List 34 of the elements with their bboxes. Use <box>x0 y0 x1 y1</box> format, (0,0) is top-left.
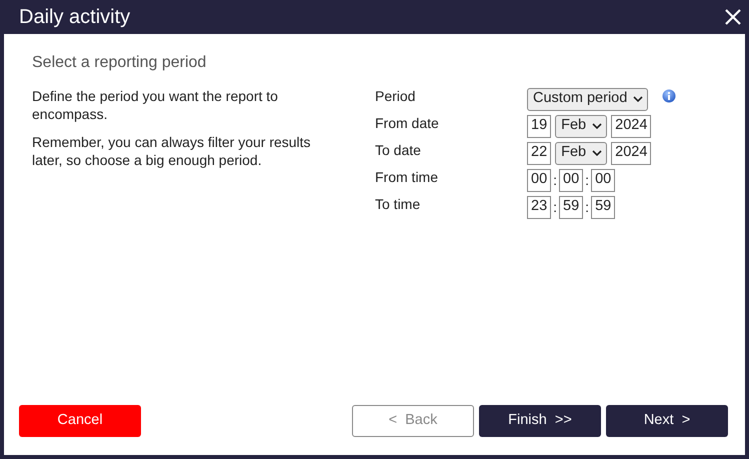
cancel-button[interactable]: Cancel <box>19 405 141 437</box>
primary-button[interactable]: Finish >> <box>479 405 601 437</box>
hour-field[interactable]: 23 <box>527 196 552 218</box>
time-separator: : <box>553 170 558 190</box>
caret-icon <box>633 96 644 102</box>
month-dropdown[interactable]: Feb <box>555 114 608 138</box>
window-title: Daily activity <box>19 5 130 30</box>
close-icon[interactable] <box>725 9 741 25</box>
info-icon[interactable] <box>662 89 676 103</box>
year-field[interactable]: 2024 <box>611 114 652 138</box>
minute-field[interactable]: 59 <box>559 196 584 218</box>
field-label: To time <box>375 194 422 214</box>
time-separator: : <box>585 170 590 190</box>
year-field[interactable]: 2024 <box>611 142 652 164</box>
second-field[interactable]: 59 <box>591 196 616 218</box>
description-text: Define the period you want the report to encompass. <box>32 87 279 123</box>
field-label: From date <box>375 114 440 132</box>
time-separator: : <box>553 198 558 216</box>
month-dropdown[interactable]: Feb <box>555 142 608 164</box>
primary-button[interactable]: Next > <box>606 405 728 437</box>
time-separator: : <box>585 198 590 216</box>
field-label: From time <box>375 168 439 186</box>
field-label: To date <box>375 140 422 160</box>
day-field[interactable]: 19 <box>527 114 552 138</box>
hour-field[interactable]: 00 <box>527 168 552 192</box>
caret-icon <box>592 150 602 156</box>
field-label: Period <box>375 86 416 106</box>
description-text: Remember, you can always filter your results later, so choose a big enough period. <box>32 133 312 169</box>
period-dropdown[interactable]: Custom period <box>527 88 648 110</box>
day-field[interactable]: 22 <box>527 142 552 164</box>
second-field[interactable]: 00 <box>591 168 616 192</box>
caret-icon <box>592 123 602 129</box>
minute-field[interactable]: 00 <box>559 168 584 192</box>
section-heading: Select a reporting period <box>32 53 208 73</box>
